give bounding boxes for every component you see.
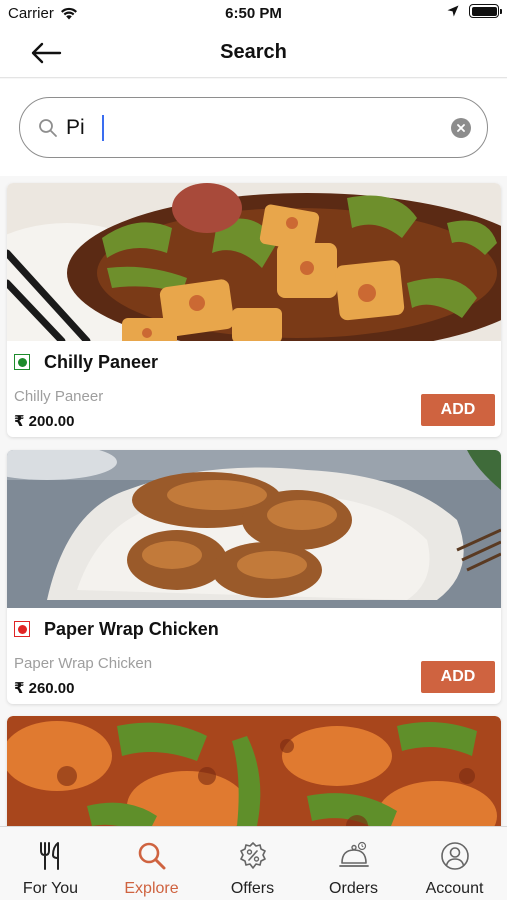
- tab-account[interactable]: Account: [404, 827, 505, 900]
- list-item[interactable]: Paper Wrap Chicken Paper Wrap Chicken ₹ …: [7, 450, 501, 704]
- search-input[interactable]: [66, 113, 426, 143]
- tab-for-you[interactable]: For You: [0, 827, 101, 900]
- non-veg-indicator: [14, 621, 30, 637]
- results-list[interactable]: Chilly Paneer Chilly Paneer ₹ 200.00 ADD: [0, 176, 507, 826]
- item-price: ₹ 200.00: [14, 413, 75, 430]
- food-image[interactable]: [7, 183, 501, 341]
- item-price: ₹ 260.00: [14, 680, 75, 697]
- search-icon: [39, 119, 57, 137]
- tab-orders[interactable]: Orders: [303, 827, 404, 900]
- tab-bar: For You Explore Offers Orders Account: [0, 826, 507, 900]
- search-area: [0, 79, 507, 176]
- battery-icon: [469, 4, 502, 18]
- nav-bar: Search: [0, 28, 507, 78]
- tab-label: Explore: [124, 880, 179, 897]
- tab-label: Orders: [329, 880, 378, 897]
- close-icon: [457, 124, 465, 132]
- list-item[interactable]: [7, 716, 501, 826]
- location-arrow-icon: [447, 5, 459, 17]
- status-time: 6:50 PM: [225, 5, 282, 22]
- food-image[interactable]: [7, 450, 501, 608]
- cloche-icon: [338, 841, 369, 867]
- text-caret: [102, 115, 104, 141]
- list-item[interactable]: Chilly Paneer Chilly Paneer ₹ 200.00 ADD: [7, 183, 501, 437]
- item-description: Paper Wrap Chicken: [14, 655, 153, 672]
- percent-badge-icon: [239, 842, 266, 869]
- tab-explore[interactable]: Explore: [101, 827, 202, 900]
- fork-knife-icon: [39, 842, 59, 870]
- tab-offers[interactable]: Offers: [202, 827, 303, 900]
- item-name: Chilly Paneer: [44, 352, 159, 372]
- search-box[interactable]: [19, 97, 488, 158]
- item-description: Chilly Paneer: [14, 388, 104, 405]
- search-icon: [138, 842, 165, 870]
- user-circle-icon: [440, 842, 469, 870]
- veg-indicator: [14, 354, 30, 370]
- add-button[interactable]: ADD: [421, 661, 495, 693]
- add-button[interactable]: ADD: [421, 394, 495, 426]
- status-bar: Carrier 6:50 PM: [0, 0, 507, 28]
- page-title: Search: [220, 41, 287, 63]
- tab-label: Account: [425, 880, 484, 897]
- clear-search-button[interactable]: [451, 118, 471, 138]
- food-image[interactable]: [7, 716, 501, 826]
- status-right: [447, 4, 502, 18]
- item-name: Paper Wrap Chicken: [44, 619, 219, 639]
- tab-label: For You: [22, 880, 79, 897]
- tab-label: Offers: [230, 880, 275, 897]
